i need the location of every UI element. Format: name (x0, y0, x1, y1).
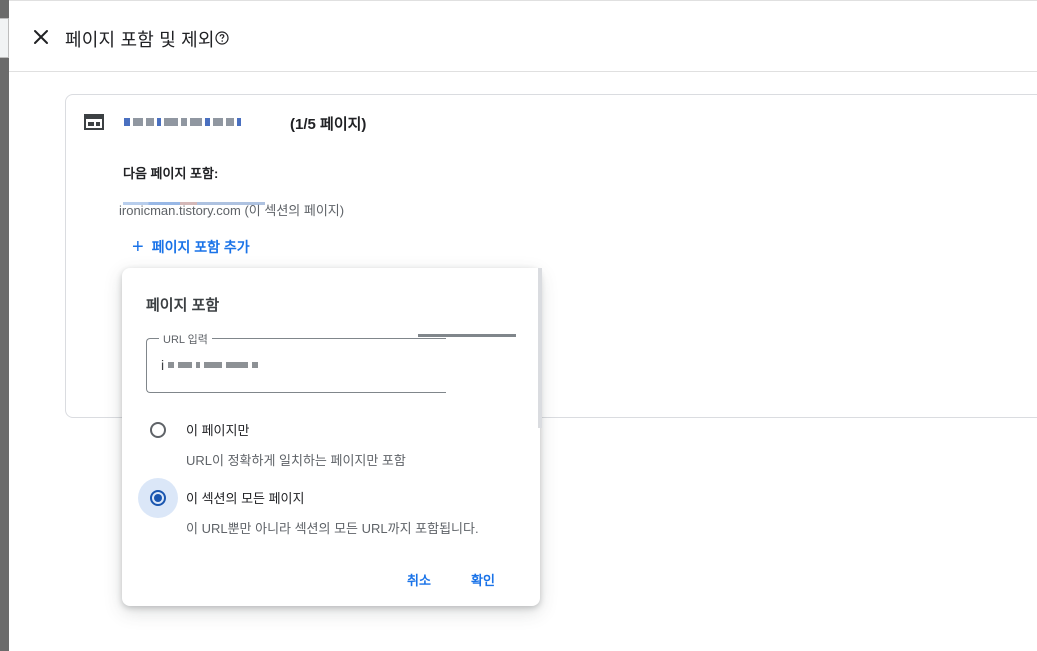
confirm-button[interactable]: 확인 (471, 570, 495, 589)
section-title-redacted (124, 116, 290, 128)
option-description: URL이 정확하게 일치하는 페이지만 포함 (186, 453, 406, 468)
url-input-text: i (161, 357, 165, 373)
page-header: 페이지 포함 및 제외 (9, 0, 1037, 72)
page-count: (1/5 페이지) (290, 116, 367, 133)
left-edge-tab (0, 18, 9, 58)
add-page-include-button[interactable]: + 페이지 포함 추가 (132, 237, 250, 257)
option-label: 이 페이지만 (186, 423, 250, 438)
radio-checked-icon (150, 490, 166, 506)
overlay-artifact (418, 268, 538, 332)
include-page-dialog: 페이지 포함 URL 입력 i 이 페이지만 URL이 정확하게 일치하는 페이… (122, 268, 542, 606)
plus-icon: + (132, 236, 144, 258)
radio-unchecked-icon (150, 422, 166, 438)
included-url-suffix: (이 섹션의 페이지) (244, 203, 345, 218)
layout-icon (84, 114, 104, 130)
option-description: 이 URL뿐만 아니라 섹션의 모든 URL까지 포함됩니다. (186, 521, 479, 536)
help-circle-icon[interactable] (215, 31, 229, 45)
option-label: 이 섹션의 모든 페이지 (186, 491, 305, 506)
url-input-value[interactable]: i (161, 357, 259, 373)
radio-this-page-only[interactable] (138, 410, 178, 450)
radio-all-section-pages[interactable] (138, 478, 178, 518)
dialog-title: 페이지 포함 (146, 297, 220, 314)
left-edge-panel (0, 0, 9, 651)
include-label: 다음 페이지 포함: (123, 166, 219, 181)
overlay-line (418, 334, 516, 337)
close-button[interactable] (29, 25, 53, 49)
page-title: 페이지 포함 및 제외 (65, 30, 215, 50)
cancel-button[interactable]: 취소 (407, 570, 431, 589)
included-url-host: ironicman.tistory.com (119, 203, 241, 218)
url-redaction (123, 202, 265, 205)
close-icon (34, 30, 48, 44)
url-input-field[interactable]: URL 입력 i (146, 331, 446, 393)
add-page-include-label: 페이지 포함 추가 (151, 239, 250, 255)
url-input-label: URL 입력 (159, 331, 212, 347)
dialog-scrollbar[interactable] (538, 268, 542, 428)
